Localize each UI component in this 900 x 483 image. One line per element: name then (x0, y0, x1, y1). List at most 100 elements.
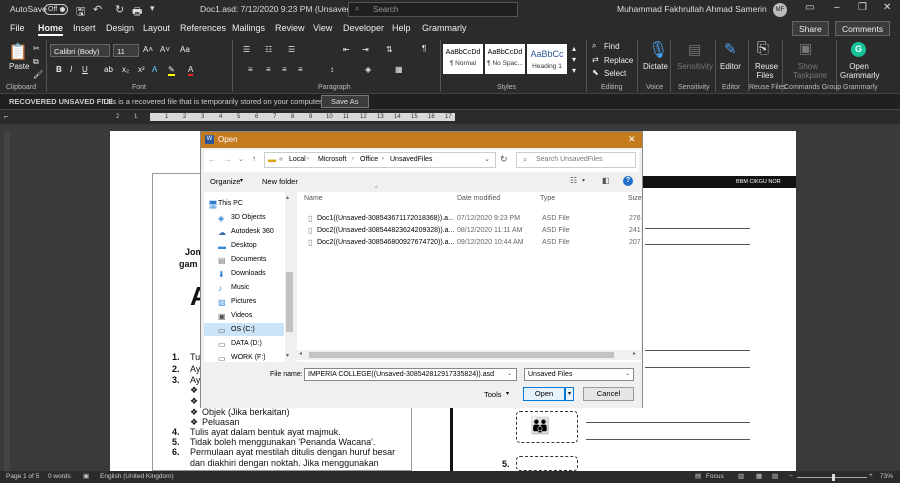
breadcrumb-microsoft[interactable]: Microsoft (318, 156, 346, 163)
zoom-out-icon[interactable]: – (789, 472, 793, 479)
reuse-files-button[interactable]: Reuse Files (755, 62, 778, 80)
address-dropdown-icon[interactable]: ⌄ (484, 155, 490, 163)
tab-grammarly[interactable]: Grammarly (422, 23, 467, 33)
reuse-files-icon[interactable]: ⎘ (757, 40, 769, 57)
replace-button[interactable]: Replace (604, 56, 633, 65)
scroll-up-icon[interactable]: ▴ (286, 194, 289, 201)
font-name-select[interactable]: Calibri (Body) (50, 44, 110, 57)
microphone-icon[interactable]: 🎙 (648, 40, 668, 60)
font-size-select[interactable]: 11 (113, 44, 139, 57)
up-arrow-icon[interactable]: ↑ (252, 154, 256, 163)
save-as-button[interactable]: Save As (321, 95, 369, 108)
clipboard-icon[interactable]: 📋 (8, 42, 28, 62)
multilevel-list-icon[interactable]: ☰ (288, 45, 295, 54)
open-button[interactable]: Open (523, 387, 565, 401)
nav-scrollbar-thumb[interactable] (286, 272, 293, 332)
chevron-down-icon[interactable]: ⌄ (625, 370, 630, 377)
search-box[interactable]: ⌕ Search (348, 2, 518, 17)
address-bar[interactable]: ▬ « Local › Microsoft › Office › Unsaved… (264, 152, 496, 168)
recent-locations-icon[interactable]: ⌄ (238, 155, 244, 163)
column-header-type[interactable]: Type (540, 195, 555, 202)
dialog-title-bar[interactable]: W Open ✕ (201, 132, 642, 148)
breadcrumb-local[interactable]: Local (289, 156, 306, 163)
autosave-toggle[interactable]: Off (44, 4, 68, 15)
styles-more-icon[interactable]: ▾ (572, 66, 576, 75)
sort-icon[interactable]: ⇅ (386, 45, 393, 54)
close-icon[interactable]: ✕ (883, 2, 891, 13)
language[interactable]: English (United Kingdom) (100, 473, 174, 480)
nav-item-videos[interactable]: Videos (231, 312, 252, 319)
tab-home[interactable]: Home (38, 23, 64, 36)
breadcrumb-unsavedfiles[interactable]: UnsavedFiles (390, 156, 432, 163)
italic-icon[interactable]: I (70, 65, 72, 74)
nav-item-downloads[interactable]: Downloads (231, 270, 266, 277)
scroll-left-icon[interactable]: ◂ (299, 350, 302, 357)
tab-mailings[interactable]: Mailings (232, 23, 265, 33)
style-normal[interactable]: AaBbCcDd ¶ Normal (443, 44, 483, 74)
grammarly-icon[interactable]: G (851, 42, 866, 57)
ribbon-display-icon[interactable]: ▭ (805, 2, 814, 13)
find-icon[interactable]: ⌕ (592, 41, 596, 51)
nav-item-3d-objects[interactable]: 3D Objects (231, 214, 266, 221)
scroll-right-icon[interactable]: ▸ (633, 350, 636, 357)
minimize-icon[interactable]: – (834, 2, 840, 13)
show-marks-icon[interactable]: ¶ (422, 44, 426, 53)
file-row[interactable]: ▯ Doc2((Unsaved-308546800927674720)).a..… (297, 238, 641, 250)
web-layout-icon[interactable]: ▧ (772, 472, 778, 480)
editor-button[interactable]: Editor (720, 62, 741, 71)
nav-item-desktop[interactable]: Desktop (231, 242, 257, 249)
tab-file[interactable]: File (10, 23, 25, 33)
column-header-date[interactable]: Date modified (457, 195, 500, 202)
tab-insert[interactable]: Insert (73, 23, 96, 33)
breadcrumb-office[interactable]: Office (360, 156, 378, 163)
new-folder-button[interactable]: New folder (262, 177, 298, 186)
chevron-right-icon[interactable]: › (382, 156, 384, 162)
ruler-bar[interactable]: 2 1 1 2 3 4 5 6 7 8 9 10 11 12 13 14 15 … (116, 113, 455, 121)
zoom-slider-thumb[interactable] (832, 474, 835, 481)
dictate-button[interactable]: Dictate (643, 62, 668, 71)
share-button[interactable]: Share (792, 21, 829, 36)
tab-layout[interactable]: Layout (143, 23, 170, 33)
select-button[interactable]: Select (604, 69, 626, 78)
tab-selector-icon[interactable]: ⌐ (4, 112, 9, 121)
cut-icon[interactable]: ✂ (33, 44, 40, 53)
highlight-icon[interactable]: ✎ (168, 65, 175, 76)
page-count[interactable]: Page 1 of 5 (6, 473, 39, 480)
format-painter-icon[interactable]: 🖌 (33, 70, 43, 79)
styles-scroll-up-icon[interactable]: ▴ (572, 44, 576, 53)
strikethrough-icon[interactable]: ab (104, 65, 113, 74)
proofing-icon[interactable]: ▣ (83, 472, 89, 480)
editor-icon[interactable]: ✎ (724, 40, 737, 58)
chevron-down-icon[interactable]: ▾ (582, 177, 585, 184)
shrink-font-icon[interactable]: A˅ (160, 45, 170, 54)
numbering-icon[interactable]: ☷ (265, 45, 272, 54)
column-header-size[interactable]: Size (628, 195, 642, 202)
tab-help[interactable]: Help (392, 23, 411, 33)
horizontal-scrollbar-thumb[interactable] (309, 352, 614, 358)
text-effects-icon[interactable]: A (152, 65, 157, 74)
subscript-icon[interactable]: x₂ (122, 65, 129, 74)
nav-item-pictures[interactable]: Pictures (231, 298, 256, 305)
chevron-down-icon[interactable]: ▾ (506, 390, 509, 397)
nav-item-autodesk-360[interactable]: Autodesk 360 (231, 228, 274, 235)
copy-icon[interactable]: ⧉ (33, 57, 39, 67)
zoom-level[interactable]: 73% (880, 473, 893, 480)
grow-font-icon[interactable]: A˄ (143, 45, 153, 54)
nav-item-music[interactable]: Music (231, 284, 249, 291)
align-center-icon[interactable]: ≡ (266, 65, 271, 74)
styles-scroll-down-icon[interactable]: ▾ (572, 55, 576, 64)
font-color-icon[interactable]: A (188, 65, 194, 76)
tab-design[interactable]: Design (106, 23, 134, 33)
cancel-button[interactable]: Cancel (583, 387, 634, 401)
nav-item-documents[interactable]: Documents (231, 256, 266, 263)
justify-icon[interactable]: ≡ (298, 65, 303, 74)
shading-icon[interactable]: ◈ (365, 65, 371, 74)
file-row[interactable]: ▯ Doc2((Unsaved-308544823624209328)).a..… (297, 226, 641, 238)
chevron-down-icon[interactable]: ▾ (240, 177, 243, 184)
help-icon[interactable]: ? (623, 176, 633, 186)
refresh-icon[interactable]: ↻ (500, 154, 508, 165)
nav-item-os-c[interactable]: OS (C:) (231, 326, 255, 333)
dialog-close-icon[interactable]: ✕ (628, 134, 636, 145)
print-layout-icon[interactable]: ▦ (756, 472, 762, 480)
preview-pane-icon[interactable]: ◧ (602, 176, 610, 185)
